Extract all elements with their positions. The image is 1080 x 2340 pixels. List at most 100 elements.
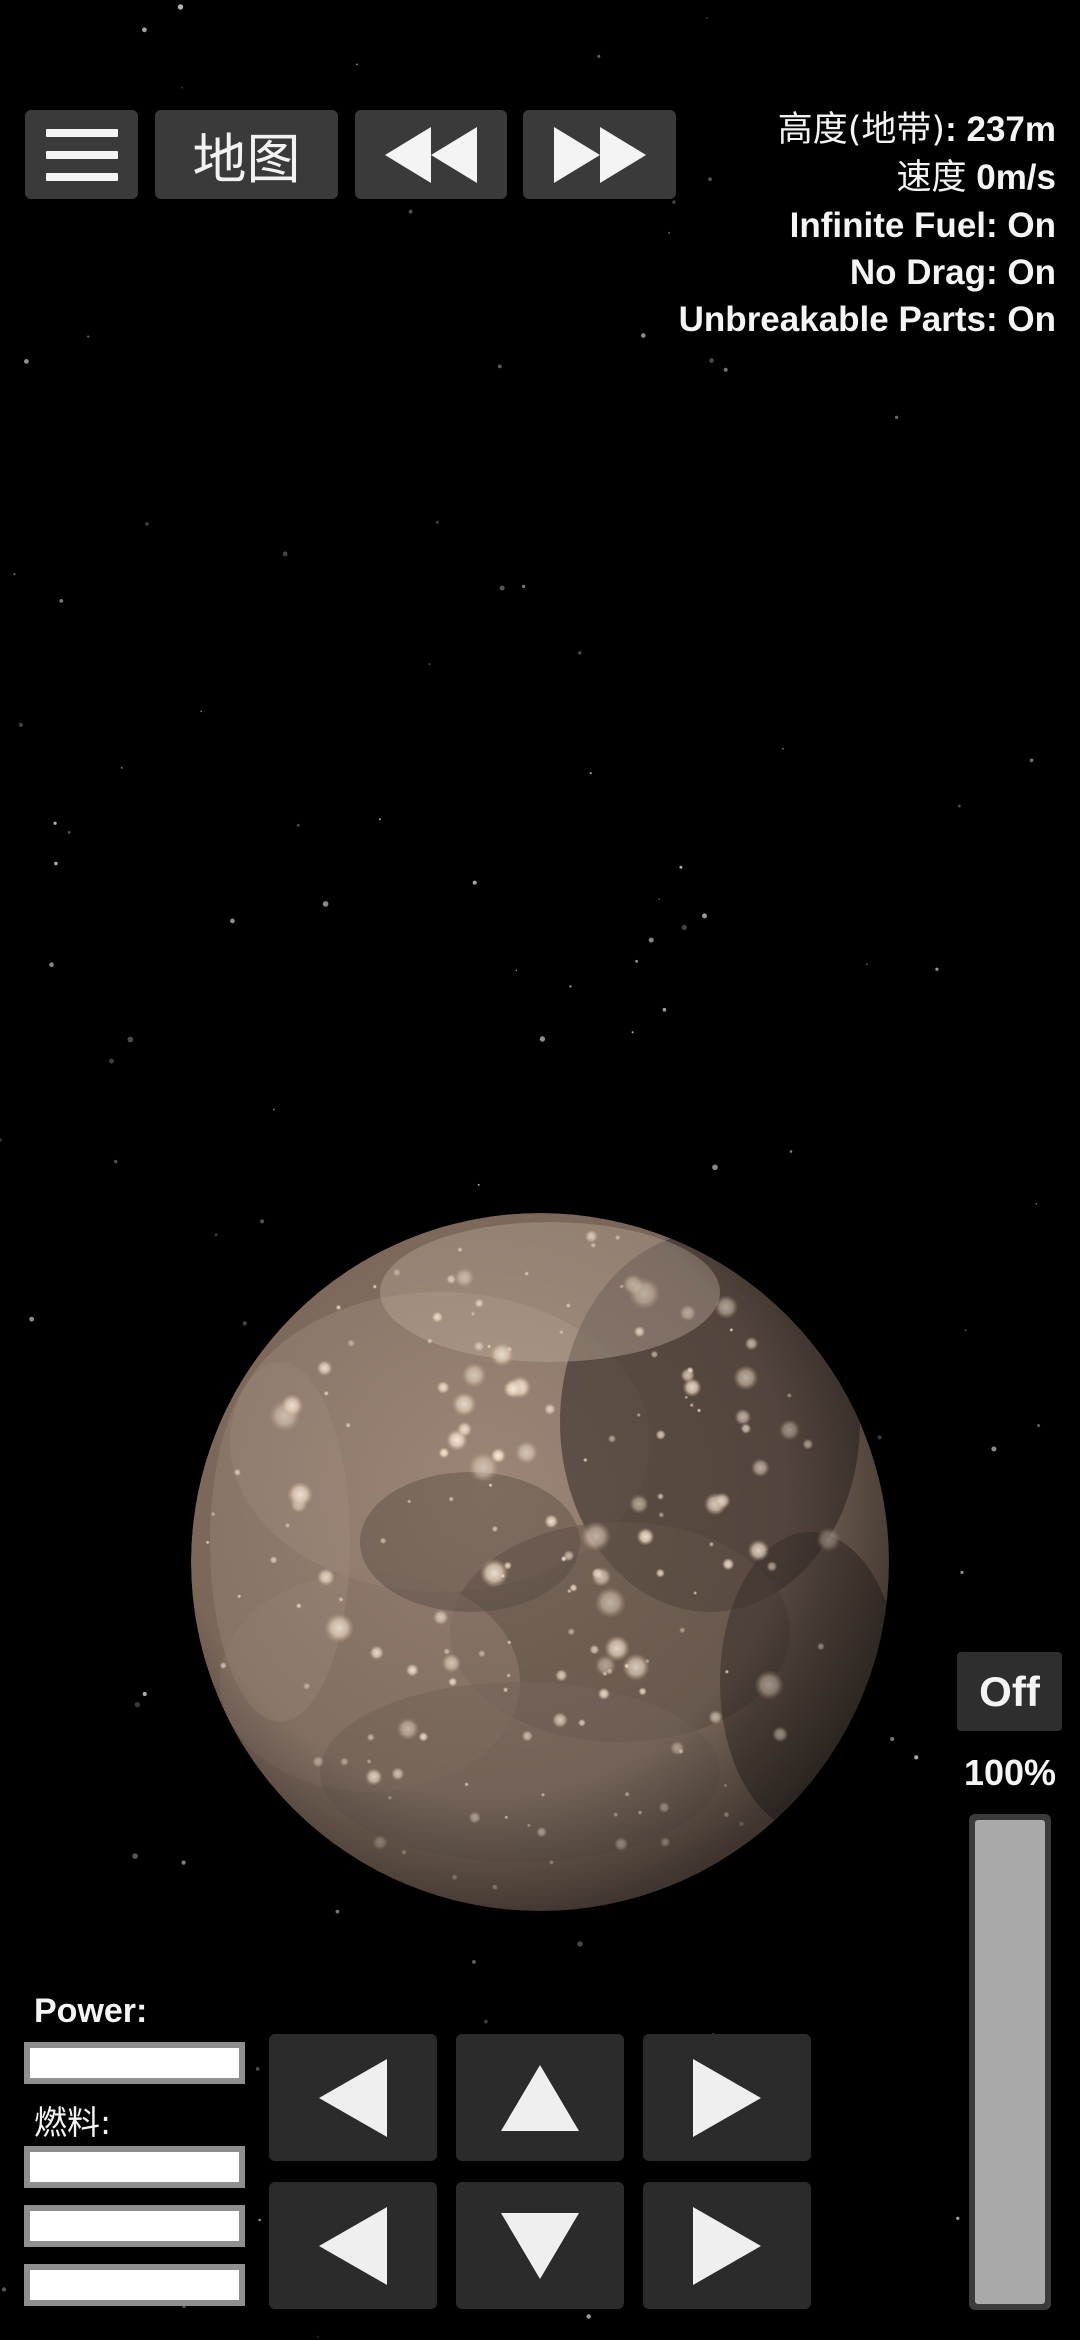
star — [709, 358, 714, 363]
star — [789, 1150, 793, 1153]
star — [322, 901, 329, 907]
star — [282, 551, 288, 557]
star — [356, 63, 358, 66]
star — [477, 1183, 480, 1186]
star — [145, 522, 149, 526]
thrust-up-icon — [501, 2064, 579, 2131]
fuel-gauge-1 — [24, 2146, 245, 2188]
star — [578, 651, 582, 655]
thrust-up-button[interactable] — [456, 2034, 624, 2161]
throttle-percent: 100% — [963, 1752, 1057, 1793]
star — [890, 1737, 895, 1741]
speed-readout: 速度 0m/s — [679, 154, 1056, 202]
star — [24, 359, 29, 364]
rewind-icon — [385, 126, 477, 183]
star — [428, 663, 431, 665]
rotate-right-icon — [693, 2058, 761, 2137]
throttle-toggle-button[interactable]: Off — [957, 1652, 1062, 1731]
star — [272, 1108, 275, 1111]
move-right-icon — [693, 2206, 761, 2285]
rotate-right-button[interactable] — [643, 2034, 811, 2161]
infinite-fuel-status: Infinite Fuel: On — [789, 206, 1056, 245]
star — [1035, 1202, 1038, 1205]
star — [484, 2019, 488, 2024]
star — [702, 913, 707, 919]
star — [59, 599, 64, 603]
star — [29, 1316, 35, 1322]
star — [589, 772, 592, 775]
speed-value: 0m/s — [966, 158, 1056, 197]
star — [317, 2335, 319, 2338]
star — [706, 17, 708, 19]
star — [87, 335, 90, 338]
star — [895, 415, 899, 419]
star — [679, 865, 683, 869]
star — [181, 86, 184, 89]
rewind-button[interactable] — [355, 110, 507, 199]
star — [408, 209, 413, 214]
map-button[interactable]: 地图 — [155, 110, 338, 199]
star — [435, 520, 439, 524]
power-gauge — [24, 2042, 245, 2084]
move-left-icon — [319, 2206, 387, 2285]
star — [67, 831, 71, 834]
fast-forward-button[interactable] — [523, 110, 676, 199]
menu-button[interactable] — [25, 110, 138, 199]
move-right-button[interactable] — [643, 2182, 811, 2309]
star — [991, 1446, 997, 1452]
star — [662, 1007, 667, 1012]
power-label: Power: — [34, 1992, 148, 2030]
star — [258, 2218, 262, 2222]
telemetry-panel: 高度(地带): 237m 速度 0m/s Infinite Fuel: On N… — [679, 106, 1056, 343]
star — [18, 722, 23, 728]
star — [200, 710, 203, 713]
star — [723, 367, 728, 372]
rotate-left-icon — [319, 2058, 387, 2137]
star — [0, 1138, 2, 1142]
star — [1029, 758, 1034, 763]
move-left-button[interactable] — [269, 2182, 437, 2309]
star — [935, 967, 939, 971]
altitude-label: 高度(地带) — [777, 110, 946, 150]
star — [177, 4, 184, 10]
star — [296, 823, 300, 827]
star — [142, 1691, 147, 1697]
star — [635, 959, 638, 963]
thrust-down-button[interactable] — [456, 2182, 624, 2309]
power-gauge-fill — [30, 2048, 239, 2078]
star — [497, 364, 502, 369]
star — [181, 1860, 186, 1865]
star — [515, 969, 518, 972]
star — [960, 1570, 964, 1574]
star — [521, 584, 526, 589]
speed-label: 速度 — [896, 158, 967, 198]
star — [539, 1036, 546, 1042]
star — [631, 1031, 634, 1034]
thrust-down-icon — [501, 2212, 579, 2279]
star — [49, 962, 54, 967]
star — [499, 585, 505, 591]
star — [109, 1058, 114, 1064]
star — [865, 963, 868, 966]
star — [569, 985, 572, 988]
star — [641, 333, 646, 338]
altitude-value: : 237m — [945, 110, 1056, 149]
fuel-gauge-3 — [24, 2264, 245, 2306]
star — [782, 747, 784, 750]
star — [914, 1755, 919, 1760]
star — [114, 1159, 118, 1164]
unbreakable-parts-status: Unbreakable Parts: On — [678, 300, 1056, 339]
star — [472, 1960, 476, 1964]
fast-forward-icon — [553, 126, 646, 183]
star — [586, 2314, 591, 2319]
star — [1, 2287, 7, 2292]
star — [956, 2216, 960, 2220]
game-viewport[interactable]: 地图 高度(地带): 237m 速度 0m/s Infinite Fuel: O… — [0, 0, 1080, 2340]
star — [681, 924, 687, 931]
planet — [191, 1213, 889, 1911]
rotate-left-button[interactable] — [269, 2034, 437, 2161]
star — [712, 1164, 718, 1171]
star — [668, 231, 671, 234]
star — [577, 1941, 583, 1947]
throttle-slider[interactable] — [969, 1814, 1051, 2310]
